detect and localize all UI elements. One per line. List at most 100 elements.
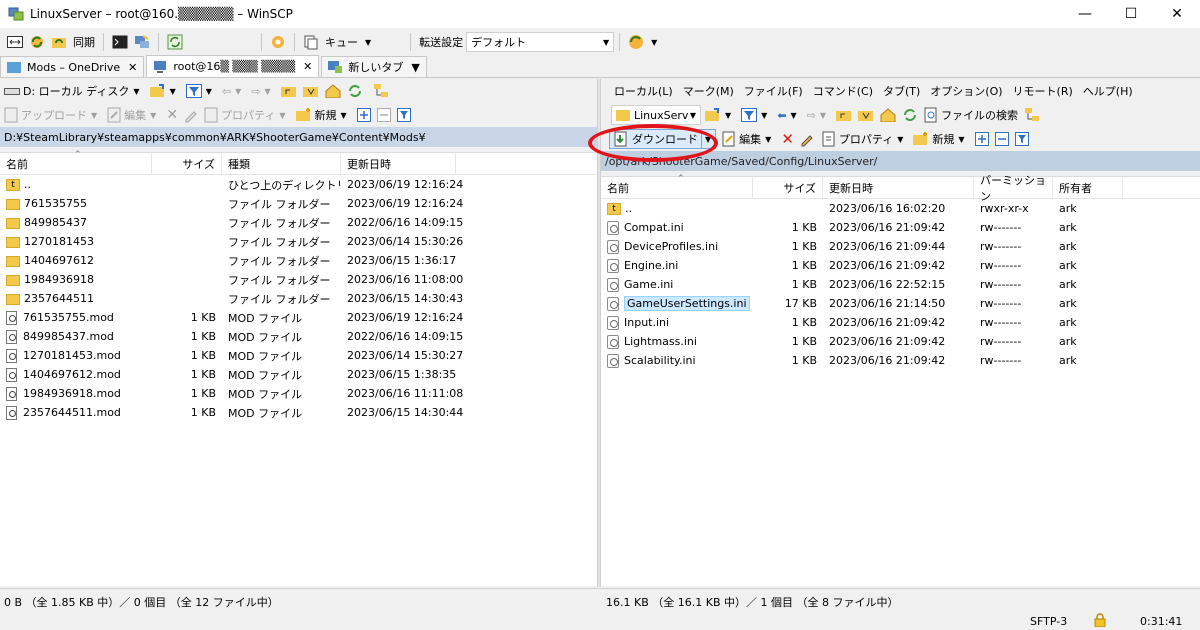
table-row[interactable]: 761535755 ファイル フォルダー 2023/06/19 12:16:24 xyxy=(0,194,597,213)
table-row[interactable]: 849985437 ファイル フォルダー 2022/06/16 14:09:15 xyxy=(0,213,597,232)
synchronize-browse-button[interactable] xyxy=(28,33,46,51)
table-row[interactable]: 761535755.mod 1 KB MOD ファイル 2023/06/19 12:1… xyxy=(0,308,597,327)
refresh-session-button[interactable] xyxy=(166,33,184,51)
table-row[interactable]: 1270181453 ファイル フォルダー 2023/06/14 15:30:26 xyxy=(0,232,597,251)
close-button[interactable]: ✕ xyxy=(1154,0,1200,28)
compare-dirs-button[interactable] xyxy=(6,33,24,51)
parent-directory-button[interactable] xyxy=(280,84,297,98)
refresh-button[interactable] xyxy=(347,83,363,99)
console-button[interactable] xyxy=(111,33,129,51)
unselect-button[interactable] xyxy=(994,132,1009,146)
drive-selector[interactable]: D: ローカル ディスク ▼ xyxy=(4,83,144,99)
filter-button[interactable]: ▼ xyxy=(741,108,771,122)
root-directory-button[interactable] xyxy=(302,84,319,98)
home-directory-button[interactable] xyxy=(880,108,896,122)
delete-button[interactable]: ✕ xyxy=(166,107,178,123)
table-row[interactable]: Compat.ini 1 KB 2023/06/16 21:09:42 rw-----… xyxy=(601,218,1200,237)
menu-item[interactable]: リモート(R) xyxy=(1013,83,1073,99)
delete-button[interactable]: ✕ xyxy=(781,130,794,148)
home-directory-button[interactable] xyxy=(325,84,341,98)
select-all-button[interactable] xyxy=(974,132,989,146)
queue-dropdown-icon[interactable]: ▼ xyxy=(365,38,371,47)
filter-select-button[interactable] xyxy=(1014,132,1029,146)
menu-item[interactable]: コマンド(C) xyxy=(813,83,873,99)
table-row[interactable]: t.. 2023/06/16 16:02:20 rwxr-xr-x ark xyxy=(601,199,1200,218)
chevron-down-icon[interactable]: ▼ xyxy=(705,135,711,144)
table-row[interactable]: 1404697612.mod 1 KB MOD ファイル 2023/06/15 1:3… xyxy=(0,365,597,384)
table-row[interactable]: 1984936918.mod 1 KB MOD ファイル 2023/06/16 11:… xyxy=(0,384,597,403)
table-row[interactable]: 1984936918 ファイル フォルダー 2023/06/16 11:08:00 xyxy=(0,270,597,289)
tab-root-session[interactable]: root@16▒ ▒▒▒ ▒▒▒▒ ✕ xyxy=(146,55,320,77)
tab-new-tab[interactable]: 新しいタブ ▼ xyxy=(321,56,427,77)
sync-label[interactable]: 同期 xyxy=(73,34,95,50)
local-file-list[interactable]: ⌃ 名前 サイズ 種類 更新日時 t.. ひとつ上のディレクトリ 2023/06/1… xyxy=(0,150,597,586)
select-all-button[interactable] xyxy=(356,108,371,122)
menu-item[interactable]: ファイル(F) xyxy=(744,83,803,99)
upload-button[interactable]: アップロード ▼ xyxy=(4,107,101,123)
open-directory-button[interactable]: ▼ xyxy=(149,84,180,98)
remote-file-list[interactable]: ⌃ 名前 サイズ 更新日時 パーミッション 所有者 t.. 2023/06/16 … xyxy=(601,174,1200,586)
menu-item[interactable]: オプション(O) xyxy=(930,83,1002,99)
menu-item[interactable]: マーク(M) xyxy=(683,83,734,99)
local-path-bar[interactable]: D:¥SteamLibrary¥steamapps¥common¥ARK¥Sho… xyxy=(0,127,597,147)
putty-button[interactable] xyxy=(133,33,151,51)
minimize-button[interactable]: — xyxy=(1062,0,1108,28)
chevron-down-icon[interactable]: ▼ xyxy=(651,38,657,47)
queue-button[interactable] xyxy=(302,33,320,51)
queue-label[interactable]: キュー xyxy=(325,34,358,50)
table-row[interactable]: Scalability.ini 1 KB 2023/06/16 21:09:42 rw… xyxy=(601,351,1200,370)
forward-button[interactable]: ⇨ ▼ xyxy=(251,85,274,98)
find-files-button[interactable]: ファイルの検索 xyxy=(924,107,1018,123)
column-header-size[interactable]: サイズ xyxy=(753,176,823,199)
close-icon[interactable]: ✕ xyxy=(303,60,312,73)
new-button[interactable]: 新規 ▼ xyxy=(295,107,351,123)
rename-button[interactable] xyxy=(800,131,816,147)
table-row[interactable]: DeviceProfiles.ini 1 KB 2023/06/16 21:09:4… xyxy=(601,237,1200,256)
tree-toggle-button[interactable] xyxy=(373,83,389,99)
preferences-button[interactable] xyxy=(269,33,287,51)
menu-item[interactable]: ローカル(L) xyxy=(614,83,673,99)
table-row[interactable]: Lightmass.ini 1 KB 2023/06/16 21:09:42 rw--… xyxy=(601,332,1200,351)
unselect-button[interactable] xyxy=(376,108,391,122)
table-row[interactable]: 2357644511.mod 1 KB MOD ファイル 2023/06/15 14:… xyxy=(0,403,597,422)
table-row[interactable]: Input.ini 1 KB 2023/06/16 21:09:42 rw------… xyxy=(601,313,1200,332)
tab-mods-onedrive[interactable]: Mods – OneDrive ✕ xyxy=(0,56,145,77)
download-button[interactable]: ダウンロード ▼ xyxy=(609,129,717,149)
table-row[interactable]: 849985437.mod 1 KB MOD ファイル 2022/06/16 14:0… xyxy=(0,327,597,346)
transfer-settings-combo[interactable]: デフォルト ▼ xyxy=(466,32,615,52)
forward-button[interactable]: ⇨ ▼ xyxy=(807,109,830,122)
table-row[interactable]: GameUserSettings.ini 17 KB 2023/06/16 21:1… xyxy=(601,294,1200,313)
parent-directory-button[interactable] xyxy=(836,108,852,122)
synchronize-button[interactable] xyxy=(50,33,68,51)
table-row[interactable]: Engine.ini 1 KB 2023/06/16 21:09:42 rw-----… xyxy=(601,256,1200,275)
menu-item[interactable]: ヘルプ(H) xyxy=(1083,83,1133,99)
column-header-owner[interactable]: 所有者 xyxy=(1053,176,1123,199)
properties-button[interactable]: プロパティ ▼ xyxy=(822,131,908,147)
table-row[interactable]: 1404697612 ファイル フォルダー 2023/06/15 1:36:17 xyxy=(0,251,597,270)
tree-toggle-button[interactable] xyxy=(1024,107,1040,123)
edit-button[interactable]: 編集 ▼ xyxy=(107,107,160,123)
filter-select-button[interactable] xyxy=(396,108,411,122)
table-row[interactable]: 1270181453.mod 1 KB MOD ファイル 2023/06/14 15:… xyxy=(0,346,597,365)
close-icon[interactable]: ✕ xyxy=(128,61,137,74)
table-row[interactable]: 2357644511 ファイル フォルダー 2023/06/15 14:30:43 xyxy=(0,289,597,308)
column-header-modified[interactable]: 更新日時 xyxy=(341,152,456,175)
refresh-button[interactable] xyxy=(902,107,918,123)
remote-path-bar[interactable]: /opt/ark/ShooterGame/Saved/Config/LinuxS… xyxy=(601,151,1200,171)
back-button[interactable]: ⬅ ▼ xyxy=(777,109,800,122)
table-row[interactable]: Game.ini 1 KB 2023/06/16 22:52:15 rw-------… xyxy=(601,275,1200,294)
column-header-type[interactable]: 種類 xyxy=(222,152,341,175)
chevron-down-icon[interactable]: ▼ xyxy=(411,61,419,74)
rename-button[interactable] xyxy=(184,107,198,123)
menu-item[interactable]: タブ(T) xyxy=(883,83,920,99)
column-header-permissions[interactable]: パーミッション xyxy=(974,174,1053,203)
maximize-button[interactable]: ☐ xyxy=(1108,0,1154,28)
new-button[interactable]: 新規 ▼ xyxy=(913,131,968,147)
column-header-size[interactable]: サイズ xyxy=(152,152,222,175)
edit-button[interactable]: 編集 ▼ xyxy=(722,131,775,147)
open-directory-button[interactable]: ▼ xyxy=(705,108,735,122)
filter-button[interactable]: ▼ xyxy=(185,84,216,98)
column-header-modified[interactable]: 更新日時 xyxy=(823,176,974,199)
properties-button[interactable]: プロパティ ▼ xyxy=(204,107,290,123)
root-directory-button[interactable] xyxy=(858,108,874,122)
